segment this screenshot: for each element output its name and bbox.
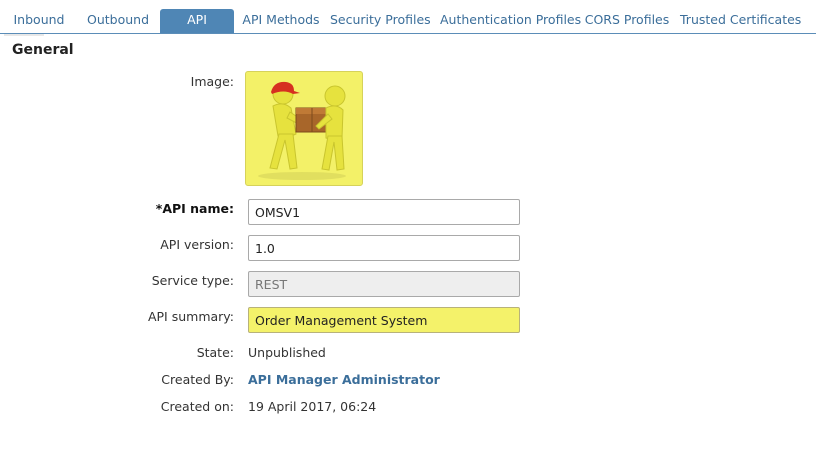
created-by-label: Created By: (161, 372, 234, 387)
created-on-value: 19 April 2017, 06:24 (248, 399, 377, 414)
api-name-label: *API name: (155, 201, 234, 216)
created-by-link[interactable]: API Manager Administrator (248, 372, 440, 387)
api-summary-label: API summary: (147, 309, 234, 324)
api-version-label: API version: (160, 237, 234, 252)
service-type-label: Service type: (151, 273, 234, 288)
tab-trusted-certificates[interactable]: Trusted Certificates (680, 9, 801, 33)
section-title: General (12, 42, 74, 58)
divider (4, 34, 44, 36)
tab-security-profiles[interactable]: Security Profiles (330, 9, 431, 33)
service-type-input (248, 271, 520, 297)
tab-api-methods[interactable]: API Methods (242, 9, 320, 33)
tab-outbound[interactable]: Outbound (84, 9, 152, 33)
api-name-input[interactable] (248, 199, 520, 225)
tab-bar: Inbound Outbound API API Methods Securit… (0, 0, 816, 34)
tab-inbound[interactable]: Inbound (8, 9, 70, 33)
tab-api[interactable]: API (160, 9, 234, 33)
tab-authentication-profiles[interactable]: Authentication Profiles (440, 9, 581, 33)
api-version-input[interactable] (248, 235, 520, 261)
image-label: Image: (190, 74, 234, 89)
state-value: Unpublished (248, 345, 326, 360)
state-label: State: (196, 345, 234, 360)
api-summary-input[interactable] (248, 307, 520, 333)
delivery-people-icon (258, 81, 346, 180)
created-on-label: Created on: (160, 399, 234, 414)
tab-cors-profiles[interactable]: CORS Profiles (584, 9, 670, 33)
api-image[interactable] (245, 71, 363, 186)
